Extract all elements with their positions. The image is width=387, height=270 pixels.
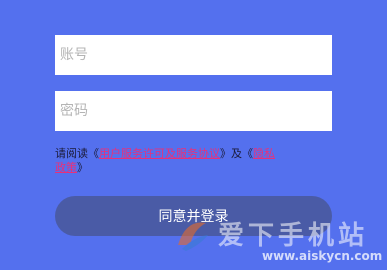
- watermark-url: www.aiskycn.com: [262, 249, 383, 263]
- agreement-suffix: 》: [77, 161, 88, 174]
- agree-login-button[interactable]: 同意并登录: [55, 196, 332, 236]
- agreement-middle: 》及《: [220, 147, 253, 160]
- agreement-prefix: 请阅读《: [55, 147, 99, 160]
- service-agreement-link[interactable]: 用户服务许可及服务协议: [99, 147, 220, 160]
- agreement-text: 请阅读《用户服务许可及服务协议》及《隐私政策》: [55, 147, 280, 175]
- account-input[interactable]: [55, 35, 332, 75]
- password-input[interactable]: [55, 91, 332, 131]
